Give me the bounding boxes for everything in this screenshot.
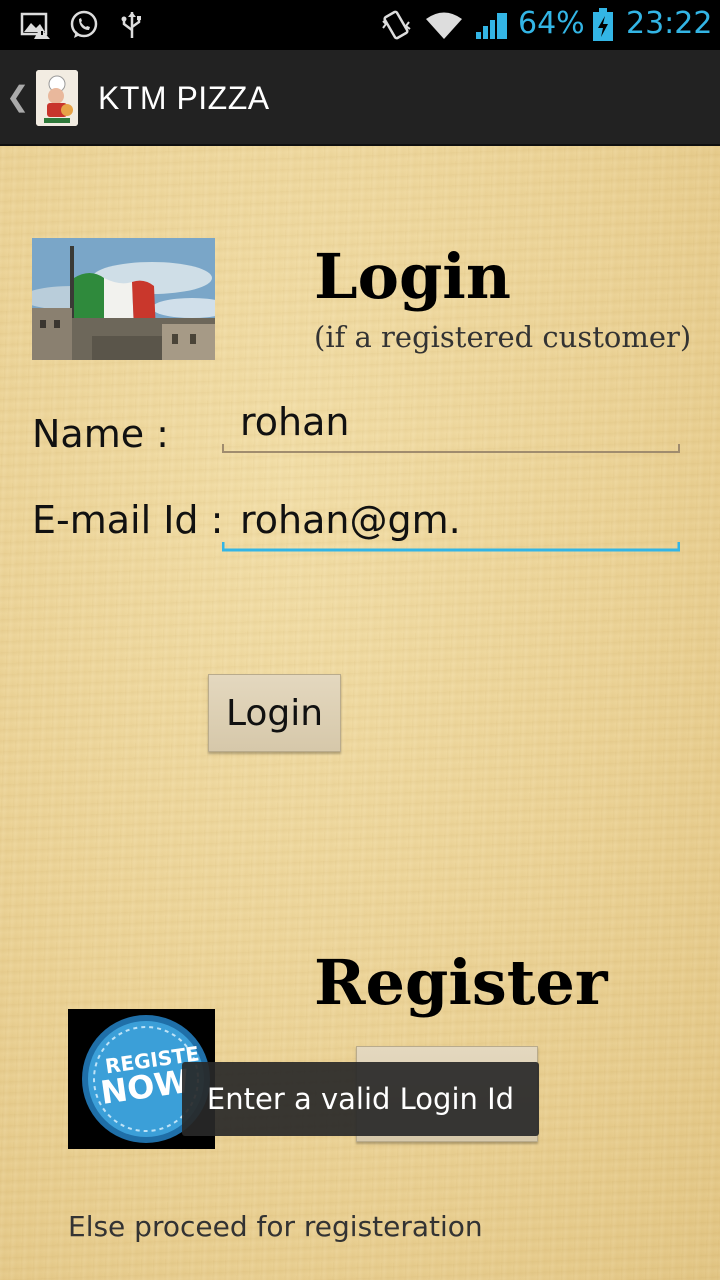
action-bar: ❮ KTM PIZZA [0,50,720,146]
back-chevron-icon[interactable]: ❮ [6,80,29,113]
clock: 23:22 [626,6,713,41]
login-subtitle: (if a registered customer) [314,320,692,354]
login-heading: Login [314,240,511,313]
name-label: Name : [32,412,169,456]
pizza-chef-icon[interactable] [36,70,78,126]
status-bar: 64% 23:22 [0,0,720,50]
register-heading: Register [314,946,608,1019]
toast-message: Enter a valid Login Id [182,1062,539,1136]
battery-percent: 64% [518,6,585,41]
app-title: KTM PIZZA [98,80,270,116]
content-area: Login (if a registered customer) Name : … [0,146,720,1280]
wifi-icon [426,12,462,39]
gallery-notification-icon [20,12,50,39]
italy-flag-image [32,238,215,360]
login-button[interactable]: Login [208,674,341,752]
name-field[interactable] [222,392,680,452]
registration-footnote: Else proceed for registeration [68,1210,483,1243]
email-label: E-mail Id : [32,498,224,542]
email-field-underline [222,542,680,552]
whatsapp-icon [70,10,98,38]
usb-icon [121,12,141,38]
name-field-underline [222,444,680,453]
signal-icon [476,13,507,39]
vibrate-icon [382,10,411,40]
battery-charging-icon [593,8,613,41]
